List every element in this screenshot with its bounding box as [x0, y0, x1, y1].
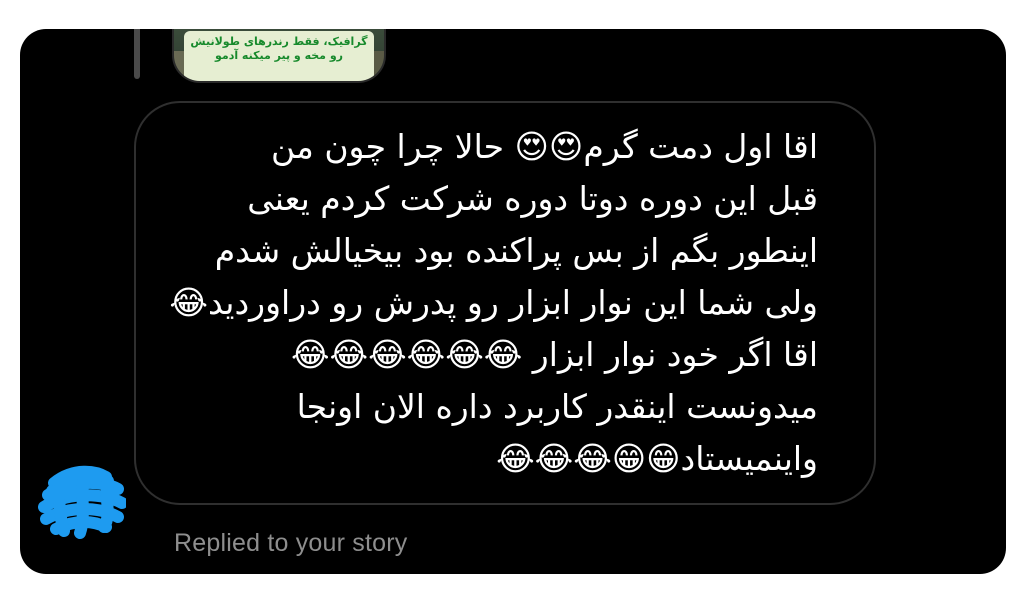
- message-text: اقا اول دمت گرم😍😍 حالا چرا چون من قبل ای…: [169, 121, 818, 485]
- story-preview-thumbnail[interactable]: گرافیک، فقط رندرهای طولانیش رو مخه و پیر…: [172, 29, 386, 83]
- redacted-avatar-icon[interactable]: [34, 461, 126, 541]
- reply-indicator-line: [134, 29, 140, 79]
- message-line: واینمیستاد😁😁😂😂😂: [496, 439, 818, 478]
- story-preview-caption-line-2: رو مخه و پیر میکنه آدمو: [214, 49, 343, 62]
- story-preview-caption-line-1: گرافیک، فقط رندرهای طولانیش: [190, 35, 368, 48]
- message-bubble[interactable]: اقا اول دمت گرم😍😍 حالا چرا چون من قبل ای…: [134, 101, 876, 505]
- message-line: قبل این دوره دوتا دوره شرکت کردم یعنی: [247, 179, 818, 218]
- message-line: اقا اگر خود نوار ابزار 😂😂😂😂😂😂: [290, 335, 818, 374]
- message-line: ولی شما این نوار ابزار رو پدرش رو دراورد…: [169, 283, 818, 322]
- replied-to-story-label: Replied to your story: [174, 529, 408, 557]
- message-line: اقا اول دمت گرم😍😍 حالا چرا چون من: [271, 127, 818, 166]
- chat-screen: گرافیک، فقط رندرهای طولانیش رو مخه و پیر…: [20, 29, 1006, 574]
- message-line: اینطور بگم از بس پراکنده بود بیخیالش شدم: [214, 231, 818, 270]
- message-line: میدونست اینقدر کاربرد داره الان اونجا: [296, 387, 818, 426]
- story-preview-banner: گرافیک، فقط رندرهای طولانیش رو مخه و پیر…: [184, 31, 374, 81]
